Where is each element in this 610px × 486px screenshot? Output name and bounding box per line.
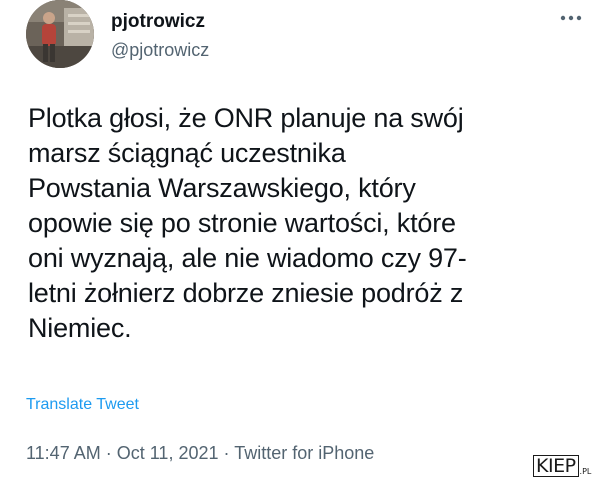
avatar[interactable] (26, 0, 94, 68)
watermark-suffix: .PL (579, 467, 592, 476)
tweet-source[interactable]: Twitter for iPhone (234, 443, 374, 463)
meta-separator: · (223, 443, 230, 463)
tweet-date[interactable]: Oct 11, 2021 (117, 443, 219, 463)
more-options-button[interactable] (558, 8, 584, 28)
profile-photo-icon (26, 0, 94, 68)
translate-tweet-link[interactable]: Translate Tweet (26, 394, 139, 416)
tweet-text: Plotka głosi, że ONR planuje na swój mar… (28, 103, 467, 343)
author-display-name[interactable]: pjotrowicz (111, 10, 205, 34)
site-watermark: KIEP .PL (533, 455, 591, 477)
tweet-metadata: 11:47 AM · Oct 11, 2021 · Twitter for iP… (26, 441, 374, 465)
more-horizontal-icon (560, 15, 582, 21)
author-handle[interactable]: @pjotrowicz (111, 38, 209, 62)
tweet-time[interactable]: 11:47 AM (26, 443, 101, 463)
watermark-logo: KIEP (533, 455, 579, 477)
meta-separator: · (105, 443, 112, 463)
